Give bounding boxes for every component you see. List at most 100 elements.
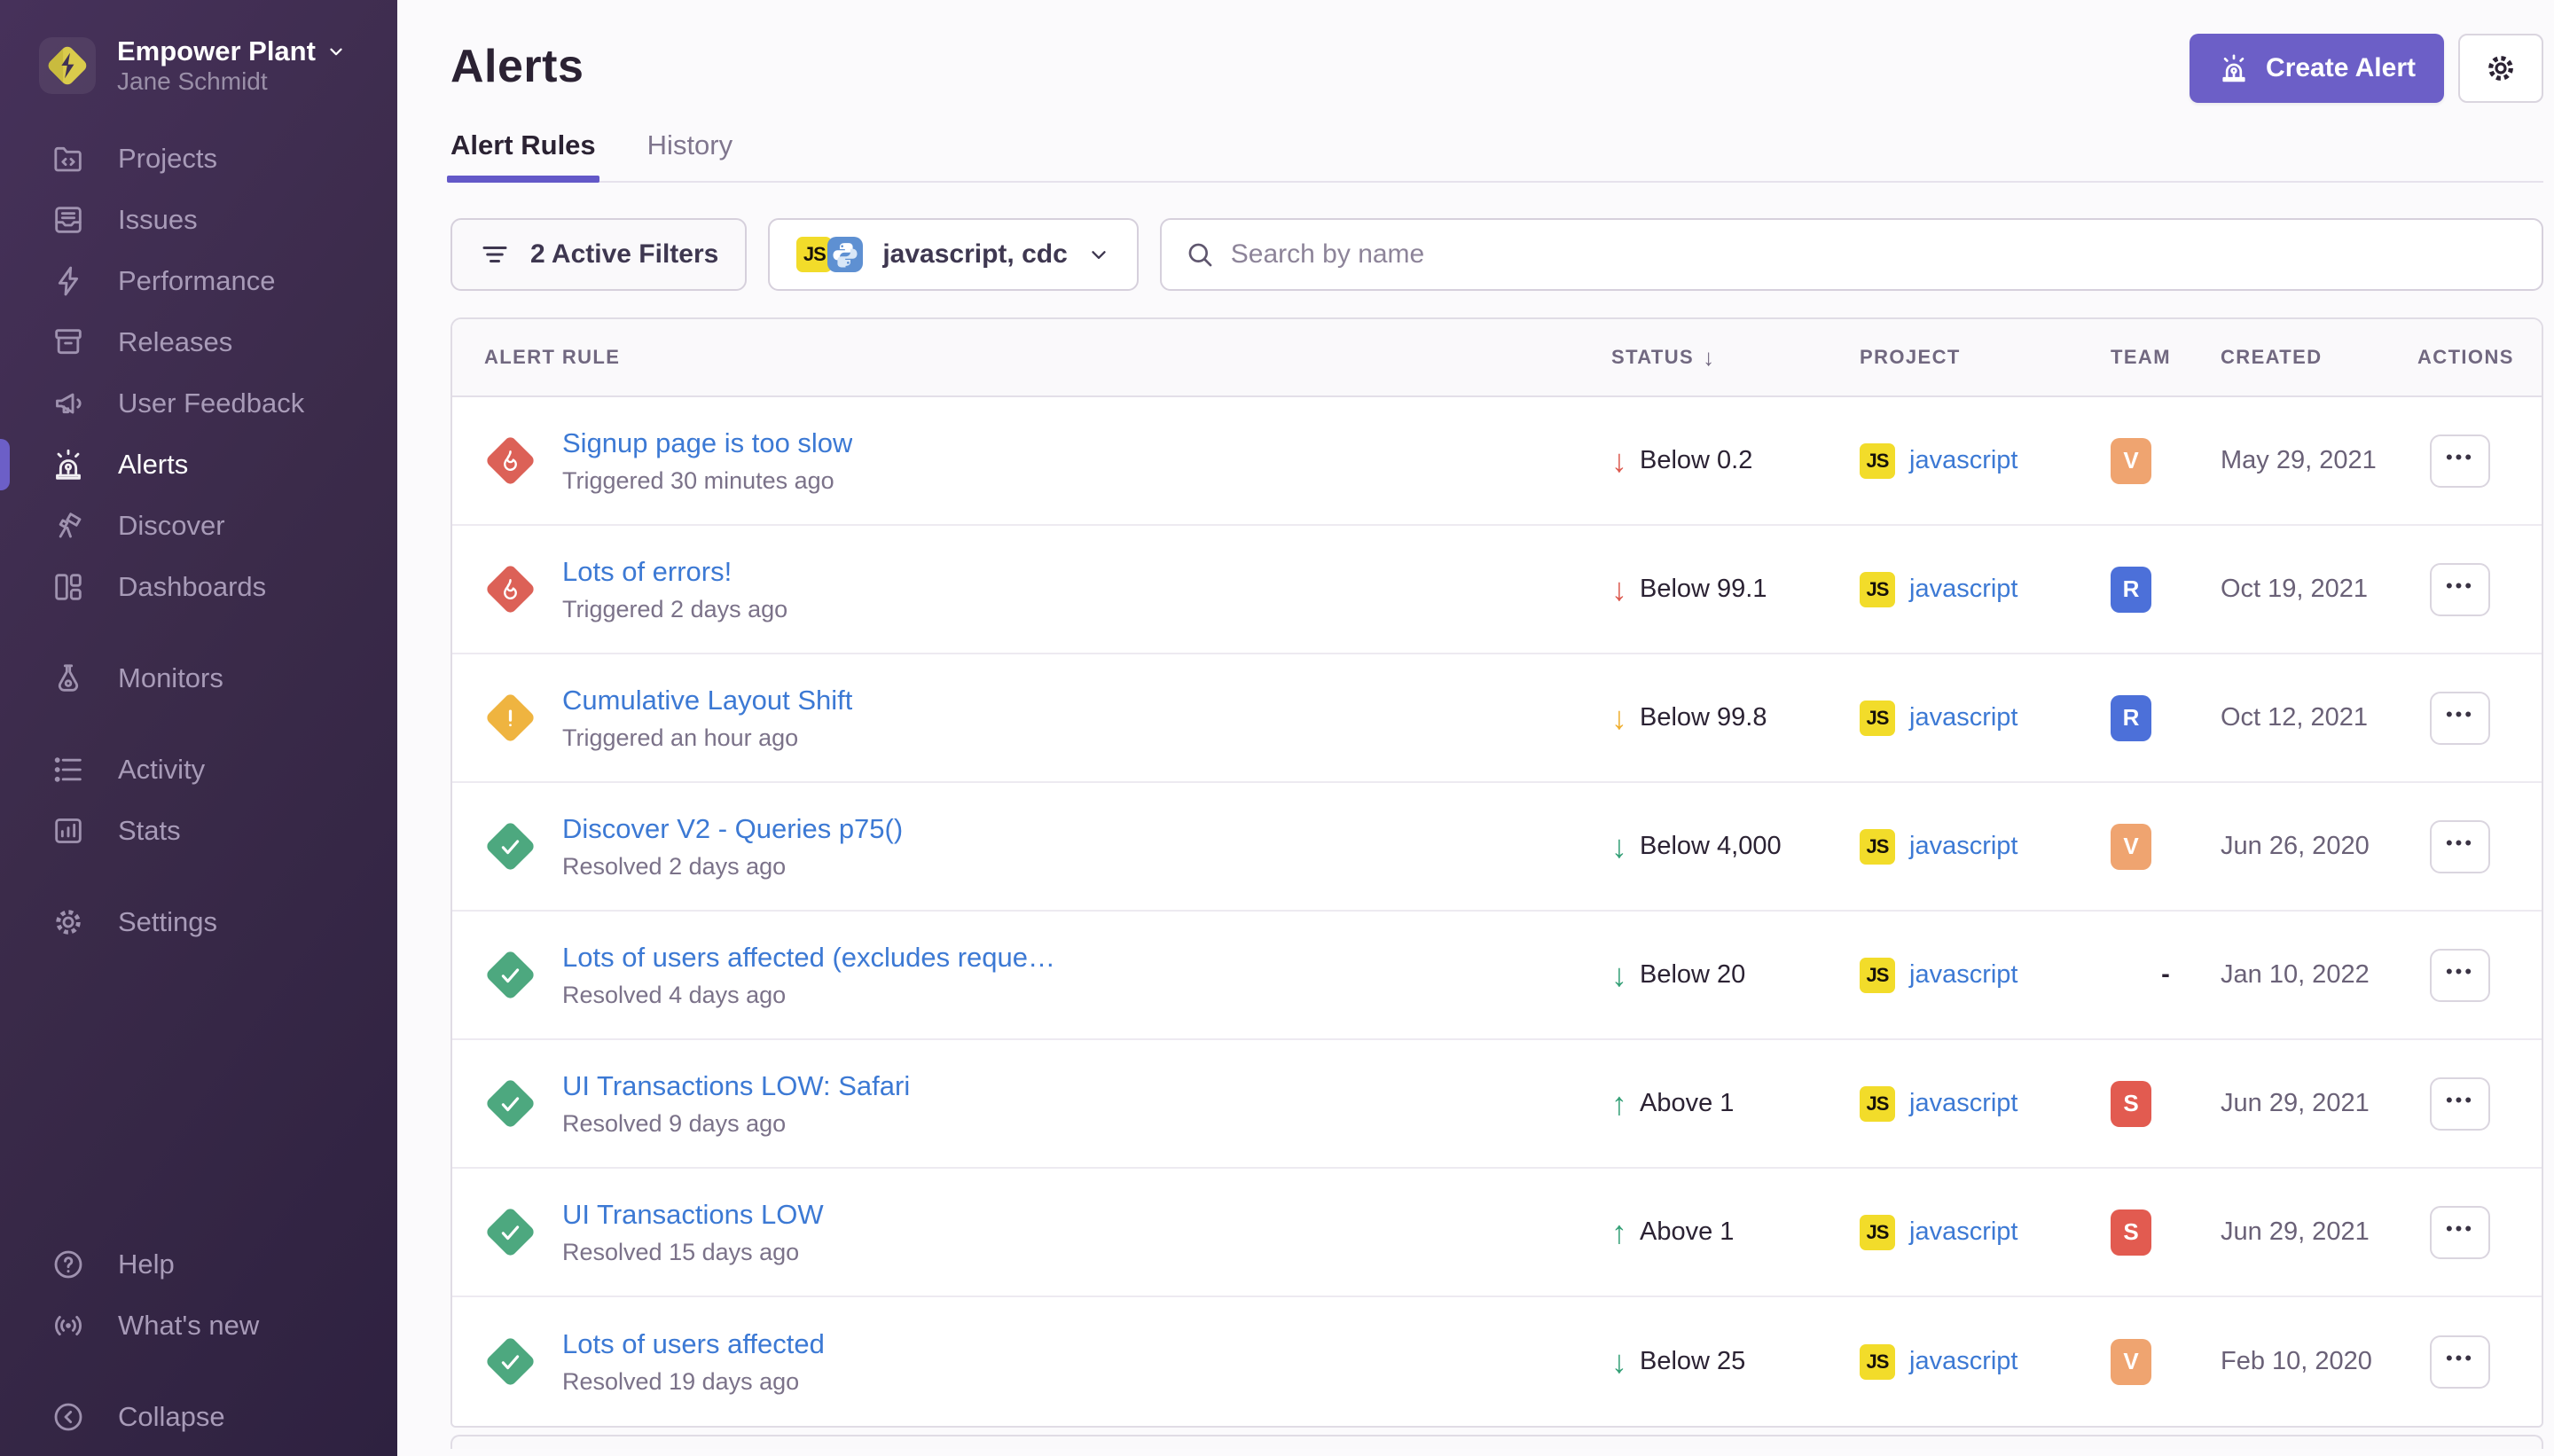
created-date: May 29, 2021 bbox=[2221, 446, 2417, 475]
javascript-platform-icon: JS bbox=[1860, 572, 1895, 607]
broadcast-icon bbox=[51, 1308, 86, 1343]
sidebar-item-label: Stats bbox=[118, 815, 181, 847]
search-input[interactable] bbox=[1231, 239, 2519, 270]
created-date: Jun 29, 2021 bbox=[2221, 1089, 2417, 1118]
javascript-platform-icon: JS bbox=[1860, 701, 1895, 736]
alert-rule-link[interactable]: Cumulative Layout Shift bbox=[562, 684, 852, 718]
status-value: Above 1 bbox=[1640, 1089, 1734, 1118]
org-avatar bbox=[39, 37, 96, 94]
sidebar: Empower Plant Jane Schmidt ProjectsIssue… bbox=[0, 0, 397, 1456]
row-actions-button[interactable]: ••• bbox=[2430, 1335, 2490, 1389]
javascript-platform-icon: JS bbox=[1860, 1344, 1895, 1380]
project-link[interactable]: javascript bbox=[1909, 575, 2018, 604]
alert-rule-link[interactable]: Discover V2 - Queries p75() bbox=[562, 812, 903, 847]
active-filters-button[interactable]: 2 Active Filters bbox=[450, 218, 747, 291]
alert-rule-link[interactable]: Signup page is too slow bbox=[562, 427, 852, 461]
performance-icon bbox=[51, 263, 86, 299]
row-actions-button[interactable]: ••• bbox=[2430, 949, 2490, 1002]
tab-alert-rules[interactable]: Alert Rules bbox=[450, 129, 596, 181]
status-value: Below 0.2 bbox=[1640, 446, 1752, 475]
table-row: UI Transactions LOW: Safari Resolved 9 d… bbox=[452, 1040, 2542, 1169]
sidebar-item-discover[interactable]: Discover bbox=[0, 496, 397, 557]
row-actions-button[interactable]: ••• bbox=[2430, 563, 2490, 616]
alert-rule-link[interactable]: UI Transactions LOW bbox=[562, 1198, 824, 1233]
table-row: Lots of users affected Resolved 19 days … bbox=[452, 1297, 2542, 1426]
tab-history[interactable]: History bbox=[647, 129, 733, 181]
created-date: Jun 26, 2020 bbox=[2221, 832, 2417, 861]
project-link[interactable]: javascript bbox=[1909, 1347, 2018, 1376]
project-link[interactable]: javascript bbox=[1909, 832, 2018, 861]
alert-status-icon bbox=[484, 1336, 536, 1388]
discover-icon bbox=[51, 508, 86, 544]
user-name: Jane Schmidt bbox=[117, 67, 268, 95]
project-link[interactable]: javascript bbox=[1909, 703, 2018, 732]
sidebar-item-monitors[interactable]: Monitors bbox=[0, 648, 397, 709]
alert-settings-button[interactable] bbox=[2458, 34, 2543, 103]
collapse-icon bbox=[51, 1399, 86, 1435]
sidebar-item-activity[interactable]: Activity bbox=[0, 740, 397, 801]
javascript-platform-icon: JS bbox=[796, 237, 832, 272]
alert-rule-subtitle: Resolved 4 days ago bbox=[562, 982, 1055, 1009]
sort-arrow-icon: ↓ bbox=[1703, 344, 1715, 372]
settings-icon bbox=[51, 904, 86, 940]
alert-rules-table: Alert Rule Status ↓ Project Team Created… bbox=[450, 317, 2543, 1428]
sidebar-item-dashboards[interactable]: Dashboards bbox=[0, 557, 397, 618]
sidebar-item-collapse[interactable]: Collapse bbox=[0, 1386, 397, 1447]
sidebar-item-label: Collapse bbox=[118, 1401, 225, 1433]
row-actions-button[interactable]: ••• bbox=[2430, 434, 2490, 488]
alert-rule-link[interactable]: Lots of users affected (excludes reque… bbox=[562, 941, 1055, 975]
sidebar-item-what-s-new[interactable]: What's new bbox=[0, 1295, 397, 1356]
alert-status-icon bbox=[484, 1207, 536, 1258]
help-icon bbox=[51, 1247, 86, 1282]
alert-status-icon bbox=[484, 821, 536, 873]
sidebar-item-projects[interactable]: Projects bbox=[0, 129, 397, 190]
sidebar-item-alerts[interactable]: Alerts bbox=[0, 434, 397, 496]
row-actions-button[interactable]: ••• bbox=[2430, 1077, 2490, 1131]
created-date: Jan 10, 2022 bbox=[2221, 960, 2417, 990]
project-link[interactable]: javascript bbox=[1909, 1217, 2018, 1247]
row-actions-button[interactable]: ••• bbox=[2430, 692, 2490, 745]
alert-rule-subtitle: Resolved 19 days ago bbox=[562, 1368, 825, 1396]
project-link[interactable]: javascript bbox=[1909, 446, 2018, 475]
project-link[interactable]: javascript bbox=[1909, 960, 2018, 990]
sidebar-item-help[interactable]: Help bbox=[0, 1233, 397, 1295]
status-value: Below 20 bbox=[1640, 960, 1745, 990]
sidebar-item-label: Activity bbox=[118, 754, 205, 786]
row-actions-button[interactable]: ••• bbox=[2430, 820, 2490, 873]
releases-icon bbox=[51, 325, 86, 360]
sidebar-item-releases[interactable]: Releases bbox=[0, 312, 397, 373]
alert-rule-link[interactable]: UI Transactions LOW: Safari bbox=[562, 1069, 910, 1104]
sidebar-item-settings[interactable]: Settings bbox=[0, 892, 397, 953]
team-badge: S bbox=[2111, 1209, 2151, 1256]
filter-icon bbox=[479, 239, 511, 270]
gear-icon bbox=[2483, 51, 2519, 86]
sidebar-item-stats[interactable]: Stats bbox=[0, 801, 397, 862]
org-switcher[interactable]: Empower Plant Jane Schmidt bbox=[0, 35, 397, 96]
main-content: Alerts Create Alert Alert Rules History … bbox=[397, 0, 2554, 1456]
row-actions-button[interactable]: ••• bbox=[2430, 1206, 2490, 1259]
column-header-team: Team bbox=[2111, 346, 2221, 369]
created-date: Oct 19, 2021 bbox=[2221, 575, 2417, 604]
alert-rule-subtitle: Triggered 2 days ago bbox=[562, 596, 787, 623]
trend-arrow-icon: ↓ bbox=[1611, 1346, 1627, 1378]
alert-rule-link[interactable]: Lots of errors! bbox=[562, 555, 787, 590]
trend-arrow-icon: ↓ bbox=[1611, 702, 1627, 734]
issues-icon bbox=[51, 202, 86, 238]
alert-rule-link[interactable]: Lots of users affected bbox=[562, 1327, 825, 1362]
alert-rule-subtitle: Triggered 30 minutes ago bbox=[562, 467, 852, 495]
table-row: Discover V2 - Queries p75() Resolved 2 d… bbox=[452, 783, 2542, 912]
sidebar-item-label: Settings bbox=[118, 906, 217, 938]
team-badge: V bbox=[2111, 1339, 2151, 1385]
table-row: Cumulative Layout Shift Triggered an hou… bbox=[452, 654, 2542, 783]
project-link[interactable]: javascript bbox=[1909, 1089, 2018, 1118]
column-header-status[interactable]: Status ↓ bbox=[1611, 344, 1860, 372]
sidebar-item-issues[interactable]: Issues bbox=[0, 190, 397, 251]
alert-status-icon bbox=[484, 1078, 536, 1130]
project-filter-dropdown[interactable]: JS javascript, cdc bbox=[768, 218, 1138, 291]
table-header-row: Alert Rule Status ↓ Project Team Created… bbox=[452, 319, 2542, 397]
create-alert-button[interactable]: Create Alert bbox=[2190, 34, 2444, 103]
sidebar-item-user-feedback[interactable]: User Feedback bbox=[0, 373, 397, 434]
projects-icon bbox=[51, 141, 86, 176]
sidebar-item-performance[interactable]: Performance bbox=[0, 251, 397, 312]
tab-bar: Alert Rules History bbox=[450, 129, 2543, 183]
